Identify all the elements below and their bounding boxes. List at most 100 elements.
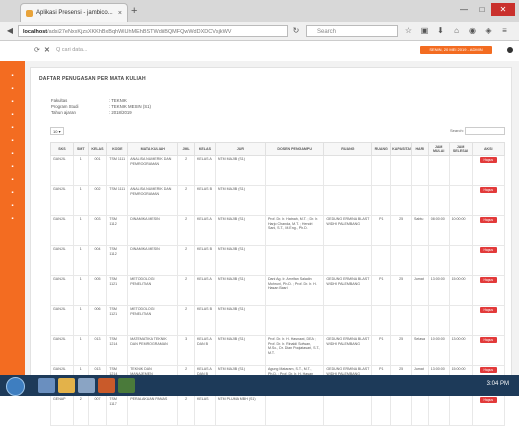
user-menu-icon[interactable]: [507, 47, 513, 53]
column-header[interactable]: HARI: [411, 142, 429, 156]
app-icon[interactable]: [118, 378, 135, 393]
sidebar-item-icon[interactable]: ▪: [9, 125, 16, 132]
table-header-row: SKS SMT KELAS KODE MATA KULIAH JML KELAS JUR DOS…: [50, 142, 506, 156]
table-cell: GANJIL: [50, 305, 74, 336]
reading-list-icon[interactable]: ▣: [418, 24, 431, 37]
table-cell: GANJIL: [50, 275, 74, 306]
table-cell: 007: [87, 395, 108, 426]
bookmark-star-icon[interactable]: ☆: [402, 24, 415, 37]
table-cell: [323, 395, 373, 426]
minimize-button[interactable]: —: [455, 3, 473, 16]
table-cell: 1: [72, 155, 89, 186]
sidebar-item-icon[interactable]: ▪: [9, 216, 16, 223]
table-cell: KELAS B: [193, 245, 216, 276]
column-header[interactable]: JAM SELESAI: [448, 142, 473, 156]
column-header[interactable]: KELAS: [87, 142, 108, 156]
delete-button[interactable]: Hapus: [479, 157, 497, 163]
table-row: GANJIL 1 003 TSM 1112 DINAMIKA MESIN 2 KELAS A…: [50, 215, 506, 246]
table-cell: NTM MAJIB (S1): [214, 305, 266, 336]
sidebar-item-icon[interactable]: ▪: [9, 177, 16, 184]
sidebar-item-icon[interactable]: ▪: [9, 203, 16, 210]
tab-close-icon[interactable]: ×: [118, 10, 122, 17]
table-cell: [390, 155, 413, 186]
column-header[interactable]: KODE: [106, 142, 129, 156]
column-header[interactable]: MATA KULIAH: [127, 142, 179, 156]
table-cell: 25: [390, 215, 413, 246]
table-cell: [390, 305, 413, 336]
menu-icon[interactable]: ≡: [498, 24, 511, 37]
table-cell: 10:00:00: [448, 215, 473, 246]
url-path: /adsi27eNxxKjzsXKKhBxBqhWiUhMEhBSTWdiiBQ…: [47, 29, 232, 35]
column-header[interactable]: AKSI: [471, 142, 506, 156]
delete-button[interactable]: Hapus: [479, 277, 497, 283]
table-cell: GANJIL: [50, 245, 74, 276]
sidebar-item-icon[interactable]: ▪: [9, 112, 16, 119]
back-icon[interactable]: ◀: [4, 25, 16, 37]
home-icon[interactable]: ⌂: [450, 24, 463, 37]
sidebar-item-icon[interactable]: ▪: [9, 164, 16, 171]
table-cell: NTM MAJIB (S1): [214, 215, 266, 246]
delete-button[interactable]: Hapus: [479, 367, 497, 373]
close-x-icon[interactable]: ✕: [44, 46, 50, 54]
column-header[interactable]: JML: [177, 142, 195, 156]
delete-button[interactable]: Hapus: [479, 187, 497, 193]
delete-button[interactable]: Hapus: [479, 307, 497, 313]
info-row: Tahun ajaran : 2018/2019: [51, 110, 151, 116]
browser-search-input[interactable]: Search: [306, 25, 398, 37]
sidebar-item-icon[interactable]: ▪: [9, 73, 16, 80]
table-cell: TSM 1112: [106, 215, 129, 246]
maximize-button[interactable]: □: [473, 3, 491, 16]
table-search-input[interactable]: [465, 127, 505, 135]
column-header[interactable]: JAM MULAI: [427, 142, 450, 156]
close-window-button[interactable]: ✕: [491, 3, 515, 16]
sidebar-item-icon[interactable]: ▪: [9, 86, 16, 93]
pocket-icon[interactable]: ◉: [466, 24, 479, 37]
table-cell: PERALAKUAN PANAS: [127, 395, 179, 426]
table-cell: [323, 305, 373, 336]
table-cell: [390, 245, 413, 276]
table-cell: TSM 1121: [106, 305, 129, 336]
table-row: GANJIL 1 005 TSM 1121 METODOLOGI PENELITIAN 2…: [50, 275, 506, 306]
delete-button[interactable]: Hapus: [479, 397, 497, 403]
column-header[interactable]: KAPASITAS: [390, 142, 413, 156]
start-button[interactable]: [6, 377, 25, 396]
table-cell: 004: [87, 245, 108, 276]
table-cell: NTM MAJIB (S1): [214, 275, 266, 306]
new-tab-button[interactable]: +: [131, 5, 137, 17]
column-header[interactable]: DOSEN PENGAMPU: [264, 142, 325, 156]
column-header[interactable]: SMT: [72, 142, 89, 156]
reload-icon[interactable]: ↻: [290, 25, 302, 37]
info-block: Fakultas : TEKNIK Program Studi : TEKNIK…: [51, 98, 151, 116]
browser-tab[interactable]: Aplikasi Presensi - jambico... ×: [20, 3, 128, 22]
refresh-icon[interactable]: ⟳: [34, 46, 40, 54]
delete-button[interactable]: Hapus: [479, 337, 497, 343]
download-icon[interactable]: ⬇: [434, 24, 447, 37]
url-bar[interactable]: localhost/adsi27eNxxKjzsXKKhBxBqhWiUhMEh…: [18, 25, 288, 37]
tab-title: Aplikasi Presensi - jambico...: [36, 10, 113, 16]
column-header[interactable]: RUANG: [371, 142, 392, 156]
media-icon[interactable]: [78, 378, 95, 393]
delete-button[interactable]: Hapus: [479, 217, 497, 223]
folder-icon[interactable]: [58, 378, 75, 393]
sidebar-item-icon[interactable]: ▪: [9, 99, 16, 106]
window-controls: — □ ✕: [455, 3, 515, 16]
table-cell: TSM 1117: [106, 395, 129, 426]
shield-icon[interactable]: ◈: [482, 24, 495, 37]
sidebar-item-icon[interactable]: ▪: [9, 138, 16, 145]
table-cell: DINAMIKA MESIN: [127, 245, 179, 276]
table-cell: MATEMATIKA TEKNIK DAN PEMROGRAMAN: [127, 335, 179, 366]
sidebar-item-icon[interactable]: ▪: [9, 190, 16, 197]
delete-button[interactable]: Hapus: [479, 247, 497, 253]
sidebar-item-icon[interactable]: ▪: [9, 151, 16, 158]
table-cell: Hapus: [471, 275, 506, 306]
column-header[interactable]: JUR: [214, 142, 266, 156]
column-header[interactable]: RUANG: [323, 142, 373, 156]
user-badge[interactable]: SENIN, 20 MEI 2019 - ADMIN: [420, 46, 492, 54]
column-header[interactable]: KELAS: [193, 142, 216, 156]
table-cell: Selasa: [411, 335, 429, 366]
ie-icon[interactable]: [38, 378, 55, 393]
page-length-select[interactable]: 10 ▾: [50, 127, 64, 135]
app-search-input[interactable]: Q cari data...: [56, 47, 88, 53]
firefox-icon[interactable]: [98, 378, 115, 393]
column-header[interactable]: SKS: [50, 142, 74, 156]
